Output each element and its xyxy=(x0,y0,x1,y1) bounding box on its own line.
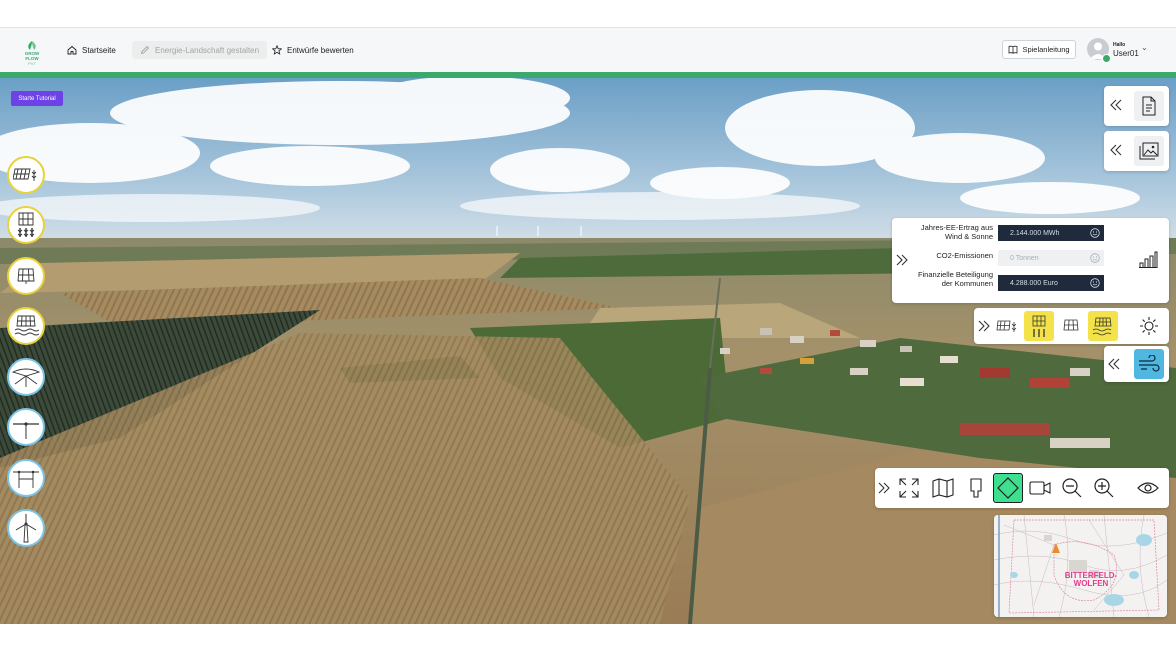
nav-design[interactable]: Energie-Landschaft gestalten xyxy=(132,41,268,59)
smiley-icon xyxy=(1090,278,1100,288)
collapse-right-icon[interactable] xyxy=(877,481,891,495)
yield-value: 2.144.000 MWh xyxy=(998,225,1104,241)
finance-value-text: 4.288.000 Euro xyxy=(1010,279,1058,287)
growflow-logo[interactable]: GROW FLOW PVT xyxy=(18,38,46,66)
sun-icon xyxy=(1140,317,1158,335)
yield-label: Jahres-EE-Ertrag aus Wind & Sonne xyxy=(920,223,993,241)
co2-value-text: 0 Tonnen xyxy=(1010,254,1039,262)
help-button[interactable]: Spielanleitung xyxy=(1002,40,1076,59)
zoom-in-icon xyxy=(1094,478,1114,498)
floating-pv-icon xyxy=(14,315,39,336)
zoom-out-button[interactable] xyxy=(1057,473,1087,503)
help-button-label: Spielanleitung xyxy=(1022,45,1070,54)
solar-panel-icon xyxy=(17,268,35,284)
eye-icon xyxy=(1137,482,1159,494)
book-icon xyxy=(1009,45,1018,54)
document-panel xyxy=(1104,86,1169,126)
user-name[interactable]: User01 xyxy=(1113,49,1139,58)
tool-agri-pv-vertical[interactable] xyxy=(7,206,45,244)
solar-tool-floating-button[interactable] xyxy=(1088,311,1118,341)
navigation-toolbar xyxy=(875,468,1169,508)
tool-small-wind-turbine[interactable] xyxy=(7,408,45,446)
tool-floating-pv[interactable] xyxy=(7,307,45,345)
nav-design-label: Energie-Landschaft gestalten xyxy=(155,45,260,55)
wind-icon xyxy=(1139,355,1160,372)
co2-label: CO2-Emissionen xyxy=(936,251,993,260)
agri-pv-vertical-icon xyxy=(1032,315,1046,337)
image-gallery-icon xyxy=(1139,142,1159,160)
start-tutorial-button[interactable]: Starte Tutorial xyxy=(11,91,63,106)
nav-home[interactable]: Startseite xyxy=(67,40,116,60)
minimap[interactable]: BITTERFELD-WOLFEN xyxy=(994,515,1167,617)
street-view-icon xyxy=(970,478,982,498)
bar-chart-icon[interactable] xyxy=(1138,250,1158,268)
document-button[interactable] xyxy=(1134,91,1164,121)
zoom-in-button[interactable] xyxy=(1089,473,1119,503)
navigate-diamond-icon xyxy=(997,477,1019,499)
agri-pv-crops-icon xyxy=(13,168,37,181)
minimap-canvas xyxy=(994,515,1167,617)
video-camera-icon xyxy=(1029,481,1051,495)
nav-home-label: Startseite xyxy=(82,45,116,55)
tool-agri-pv-crops[interactable] xyxy=(7,156,45,194)
tool-wind-turbine-pair[interactable] xyxy=(7,459,45,497)
nav-rate[interactable]: Entwürfe bewerten xyxy=(272,40,354,60)
star-icon xyxy=(272,45,282,55)
solar-tool-crops-button[interactable] xyxy=(992,311,1022,341)
home-icon xyxy=(67,45,77,55)
user-greeting: Hallo xyxy=(1113,42,1126,48)
wind-panel xyxy=(1104,346,1169,382)
image-gallery-button[interactable] xyxy=(1134,136,1164,166)
agri-pv-crops-icon xyxy=(996,320,1017,332)
smiley-icon xyxy=(1090,253,1100,263)
fullscreen-icon xyxy=(899,478,919,498)
pencil-icon xyxy=(140,45,150,55)
solar-panel-icon xyxy=(1063,319,1079,331)
chevron-down-icon[interactable]: ⌄ xyxy=(1141,43,1148,52)
large-wind-turbine-icon xyxy=(15,514,37,543)
svg-text:PVT: PVT xyxy=(28,61,36,66)
floating-pv-icon xyxy=(1092,317,1112,336)
visibility-button[interactable] xyxy=(1133,473,1163,503)
online-status-dot xyxy=(1102,54,1111,63)
document-icon xyxy=(1142,96,1156,116)
bottom-strip xyxy=(0,624,1176,662)
finance-value: 4.288.000 Euro xyxy=(998,275,1104,291)
solar-tools-panel xyxy=(974,308,1169,344)
smiley-icon xyxy=(1090,228,1100,238)
finance-label: Finanzielle Beteiligung der Kommunen xyxy=(917,270,993,288)
expand-left-icon[interactable] xyxy=(1109,98,1123,112)
wind-rotor-icon xyxy=(11,368,41,387)
tool-large-wind-turbine[interactable] xyxy=(7,509,45,547)
yield-value-text: 2.144.000 MWh xyxy=(1010,229,1060,237)
solar-tool-vertical-button[interactable] xyxy=(1024,311,1054,341)
co2-value: 0 Tonnen xyxy=(998,250,1104,266)
agri-pv-vertical-icon xyxy=(17,212,35,237)
fullscreen-button[interactable] xyxy=(894,473,924,503)
map-button[interactable] xyxy=(928,473,958,503)
expand-left-icon[interactable] xyxy=(1107,357,1121,371)
minimap-city-label: BITTERFELD-WOLFEN xyxy=(1064,571,1118,588)
tool-solar-panel[interactable] xyxy=(7,257,45,295)
expand-left-icon[interactable] xyxy=(1109,143,1123,157)
solar-tool-panel-button[interactable] xyxy=(1056,311,1086,341)
wind-mode-button[interactable] xyxy=(1134,349,1164,379)
image-panel xyxy=(1104,131,1169,171)
pedestrian-view-button[interactable] xyxy=(961,473,991,503)
top-strip xyxy=(0,0,1176,28)
tool-wind-rotor[interactable] xyxy=(7,358,45,396)
camera-button[interactable] xyxy=(1025,473,1055,503)
solar-mode-button[interactable] xyxy=(1134,311,1164,341)
collapse-right-icon[interactable] xyxy=(977,319,991,333)
map-icon xyxy=(932,478,954,498)
navigate-button[interactable] xyxy=(993,473,1023,503)
wind-turbine-pair-icon xyxy=(13,470,39,488)
nav-rate-label: Entwürfe bewerten xyxy=(287,45,354,55)
zoom-out-icon xyxy=(1062,478,1082,498)
collapse-right-icon[interactable] xyxy=(895,253,909,267)
small-wind-turbine-icon xyxy=(13,422,39,439)
